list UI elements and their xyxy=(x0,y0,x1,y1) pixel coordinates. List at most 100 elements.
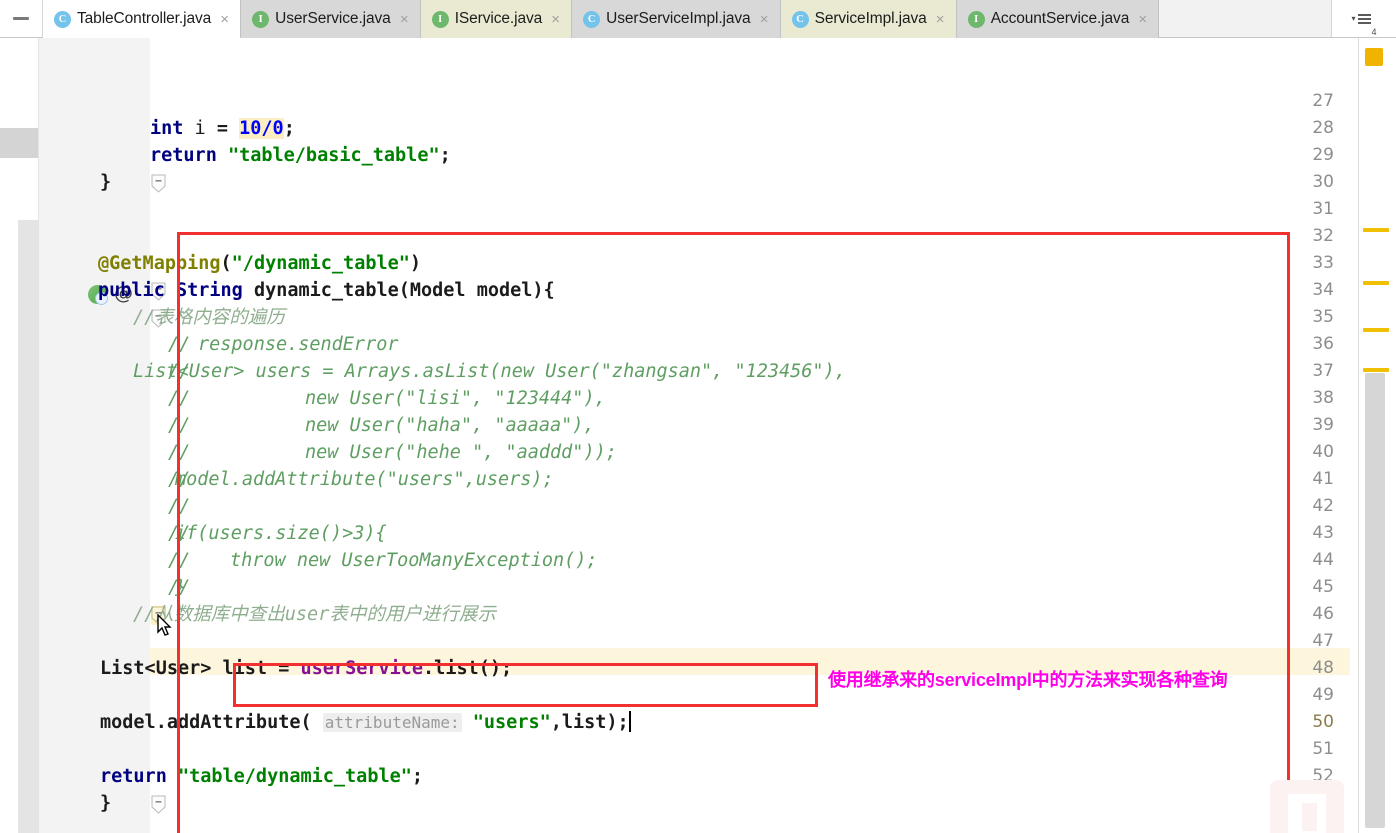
tab-label: ServiceImpl.java xyxy=(814,10,927,27)
comment-if-users-size: if(users.size()>3){ xyxy=(175,523,387,544)
comment-table-traverse: //表格内容的遍历 xyxy=(133,307,285,328)
comment-new-user-hehe: new User("hehe ", "aaddd")); xyxy=(305,442,617,463)
close-icon[interactable]: × xyxy=(549,12,562,27)
warning-marker[interactable] xyxy=(1363,281,1389,285)
comment-list-users: List<User> users = Arrays.asList(new Use… xyxy=(133,361,846,382)
list-icon xyxy=(1357,13,1371,24)
ide-editor-window: C TableController.java × I UserService.j… xyxy=(0,0,1396,833)
class-icon: C xyxy=(791,10,809,28)
sp2 xyxy=(462,712,473,733)
token-assign: = xyxy=(267,658,301,679)
comment-slashes-line-36: // xyxy=(168,334,191,355)
minimize-button[interactable] xyxy=(0,0,43,37)
comment-model-addattribute: model.addAttribute("users",users); xyxy=(175,469,554,490)
token-basic-table-string: "table/basic_table" xyxy=(227,145,440,166)
token-semicolon: ; xyxy=(411,766,424,787)
tab-user-service-impl[interactable]: C UserServiceImpl.java × xyxy=(572,0,781,38)
annotation-note-text: 使用继承来的serviceImpl中的方法来实现各种查询 xyxy=(828,670,1228,690)
code-line-39: new User("haha", "aaaaa"), xyxy=(305,412,1396,439)
tab-label: UserService.java xyxy=(275,10,391,27)
comment-new-user-lisi: new User("lisi", "123444"), xyxy=(305,388,606,409)
code-text-area[interactable]: int i = 10/0; return "table/basic_table"… xyxy=(98,38,1350,833)
comment-query-db: //从数据库中查出user表中的用户进行展示 xyxy=(133,604,496,625)
tab-list-overflow-button[interactable]: ▾ 4 xyxy=(1331,0,1396,37)
interface-icon: I xyxy=(431,10,449,28)
tab-account-service[interactable]: I AccountService.java × xyxy=(956,0,1160,38)
code-line-50: model.addAttribute( attributeName: "user… xyxy=(100,709,1300,736)
comment-slashes-line-44: // xyxy=(168,550,191,571)
comment-slashes-line-40: // xyxy=(168,442,191,463)
vertical-scrollbar-thumb[interactable] xyxy=(1365,373,1385,828)
code-line-29: return "table/basic_table"; xyxy=(150,142,1350,169)
comment-slashes-line-43: // xyxy=(168,523,191,544)
editor-tab-bar: C TableController.java × I UserService.j… xyxy=(0,0,1396,38)
parameter-name-hint: attributeName: xyxy=(322,713,462,732)
inspection-status-badge[interactable] xyxy=(1365,48,1383,66)
sp xyxy=(211,658,222,679)
code-editor[interactable]: 27 28 29 30 31 32 33 34 35 36 37 38 39 40 41 42 43 44 45 46… xyxy=(0,38,1396,833)
token-division-by-zero: 10/0 xyxy=(239,118,284,139)
token-list-user-type: List<User> xyxy=(100,658,212,679)
code-line-36: response.sendError xyxy=(198,331,1396,358)
tab-label: IService.java xyxy=(454,10,543,27)
editor-left-strip xyxy=(0,38,39,833)
comment-slashes-line-38: // xyxy=(168,388,191,409)
code-line-40: new User("hehe ", "aaddd")); xyxy=(305,439,1396,466)
warning-marker[interactable] xyxy=(1363,228,1389,232)
code-line-44: throw new UserTooManyException(); xyxy=(230,547,1396,574)
tab-label: UserServiceImpl.java xyxy=(606,10,751,27)
close-icon[interactable]: × xyxy=(218,12,231,27)
warning-marker[interactable] xyxy=(1363,368,1389,372)
close-icon[interactable]: × xyxy=(758,12,771,27)
token-public: public xyxy=(98,280,165,301)
sp xyxy=(165,280,176,301)
code-line-41: model.addAttribute("users",users); xyxy=(175,466,1375,493)
token-semicolon: ; xyxy=(283,118,295,139)
hidden-tab-count: 4 xyxy=(1371,27,1377,37)
comment-slashes-line-41: // xyxy=(168,469,191,490)
csdn-logo-watermark xyxy=(1270,780,1344,833)
token-getmapping: @GetMapping xyxy=(98,253,221,274)
class-icon: C xyxy=(54,10,71,28)
comment-response-senderror: response.sendError xyxy=(198,334,399,355)
token-users-string: "users" xyxy=(472,712,551,733)
chevron-down-icon: ▾ xyxy=(1351,14,1356,23)
close-icon[interactable]: × xyxy=(934,12,947,27)
code-line-46: //从数据库中查出user表中的用户进行展示 xyxy=(133,601,1333,628)
tab-user-service[interactable]: I UserService.java × xyxy=(241,0,421,38)
code-line-34: public String dynamic_table(Model model)… xyxy=(98,277,1298,304)
sp2 xyxy=(243,280,254,301)
mouse-cursor xyxy=(157,613,173,643)
code-line-35: //表格内容的遍历 xyxy=(133,304,1333,331)
inspection-marker-bar[interactable] xyxy=(1358,38,1396,833)
class-icon: C xyxy=(583,10,601,28)
token-list-argument: ,list); xyxy=(550,712,629,733)
tab-iservice[interactable]: I IService.java × xyxy=(420,0,573,38)
minimize-icon xyxy=(13,17,29,20)
sp3 xyxy=(466,280,477,301)
code-line-43: if(users.size()>3){ xyxy=(175,520,1375,547)
close-icon[interactable]: × xyxy=(398,12,411,27)
comment-slashes-line-39: // xyxy=(168,415,191,436)
token-model-addattribute: model.addAttribute( xyxy=(100,712,312,733)
token-equals: = xyxy=(216,118,240,139)
tab-service-impl[interactable]: C ServiceImpl.java × xyxy=(780,0,957,38)
warning-marker[interactable] xyxy=(1363,328,1389,332)
code-line-53: } xyxy=(100,790,1300,817)
left-strip-block-upper xyxy=(0,128,38,158)
tab-table-controller[interactable]: C TableController.java × xyxy=(43,0,242,38)
code-line-38: new User("lisi", "123444"), xyxy=(305,385,1396,412)
text-caret xyxy=(628,711,631,732)
interface-icon: I xyxy=(967,10,985,28)
token-model-param: model xyxy=(476,280,533,301)
comment-new-user-haha: new User("haha", "aaaaa"), xyxy=(305,415,595,436)
code-line-30: } xyxy=(100,169,1300,196)
token-semicolon: ; xyxy=(439,145,451,166)
token-return: return xyxy=(100,766,167,787)
token-i: i xyxy=(183,118,217,139)
token-list-call: .list(); xyxy=(423,658,513,679)
token-int: int xyxy=(150,118,184,139)
code-line-28: int i = 10/0; xyxy=(150,115,1350,142)
close-icon[interactable]: × xyxy=(1136,12,1149,27)
comment-throw-exception: throw new UserTooManyException(); xyxy=(230,550,598,571)
